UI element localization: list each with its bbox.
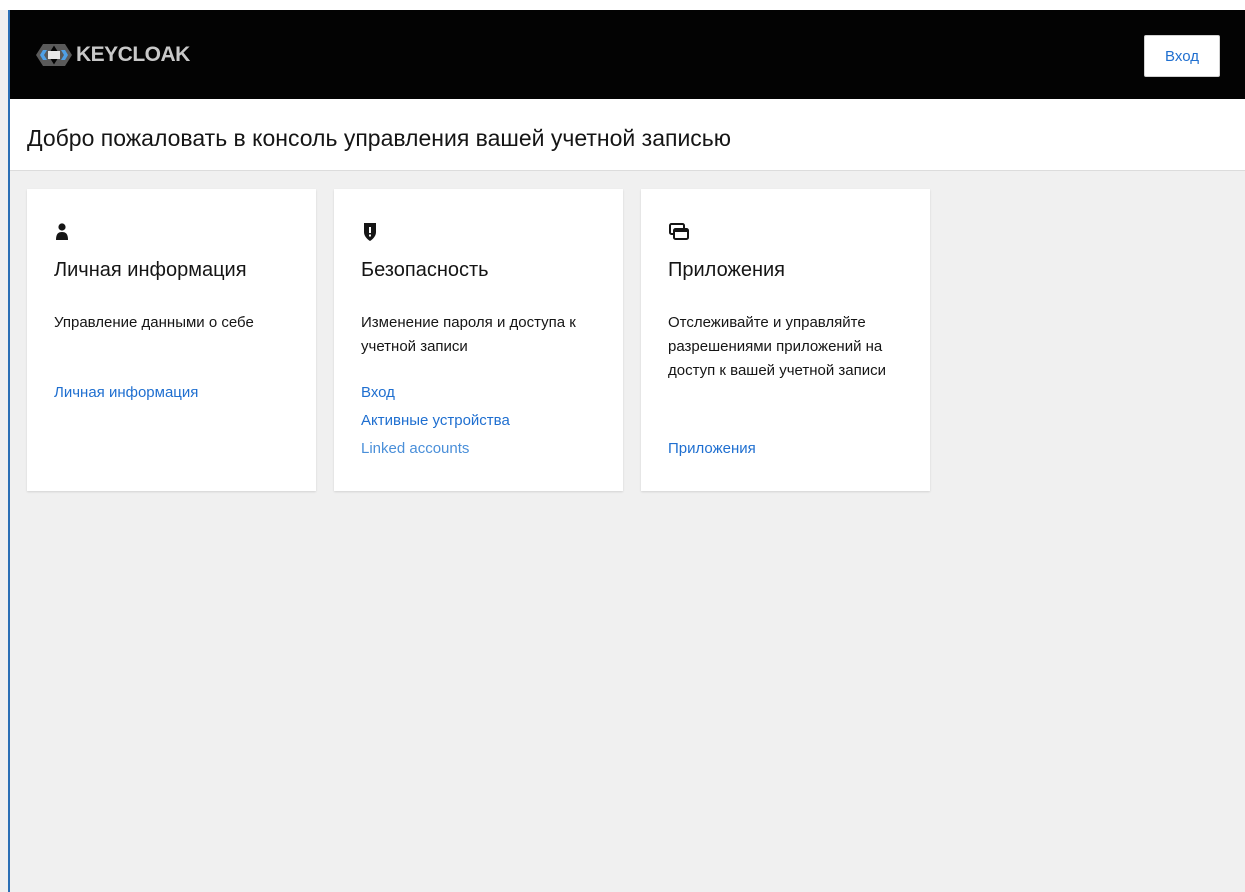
brand-name: KEYCLOAK	[76, 43, 190, 66]
card-description: Изменение пароля и доступа к учетной зап…	[361, 314, 576, 355]
account-console: KEYCLOAK Вход Добро пожаловать в консоль…	[10, 10, 1245, 892]
card-links: Личная информация	[54, 379, 198, 407]
masthead: KEYCLOAK Вход	[10, 10, 1245, 99]
link-active-devices[interactable]: Активные устройства	[361, 407, 510, 435]
link-linked-accounts[interactable]: Linked accounts	[361, 435, 510, 463]
card-security: Безопасность Изменение пароля и доступа …	[334, 189, 623, 491]
card-title: Личная информация	[54, 259, 247, 281]
shield-icon	[364, 223, 376, 241]
user-icon	[56, 223, 68, 240]
card-personal-info: Личная информация Управление данными о с…	[27, 189, 316, 491]
link-personal-info[interactable]: Личная информация	[54, 379, 198, 407]
card-links: Приложения	[668, 435, 756, 463]
welcome-banner: Добро пожаловать в консоль управления ва…	[10, 99, 1245, 171]
card-links: Вход Активные устройства Linked accounts	[361, 379, 510, 463]
link-signing-in[interactable]: Вход	[361, 379, 510, 407]
card-title: Приложения	[668, 259, 786, 281]
card-applications: Приложения Отслеживайте и управляйте раз…	[641, 189, 930, 491]
link-applications[interactable]: Приложения	[668, 435, 756, 463]
keycloak-logo-icon	[36, 44, 72, 66]
card-description: Отслеживайте и управляйте разрешениями п…	[668, 314, 887, 379]
brand[interactable]: KEYCLOAK	[34, 40, 190, 70]
card-description: Управление данными о себе	[54, 314, 254, 331]
page-title: Добро пожаловать в консоль управления ва…	[27, 125, 732, 151]
top-strip	[0, 0, 1245, 10]
card-title: Безопасность	[361, 259, 489, 281]
applications-icon	[669, 223, 689, 240]
login-button[interactable]: Вход	[1144, 35, 1220, 77]
